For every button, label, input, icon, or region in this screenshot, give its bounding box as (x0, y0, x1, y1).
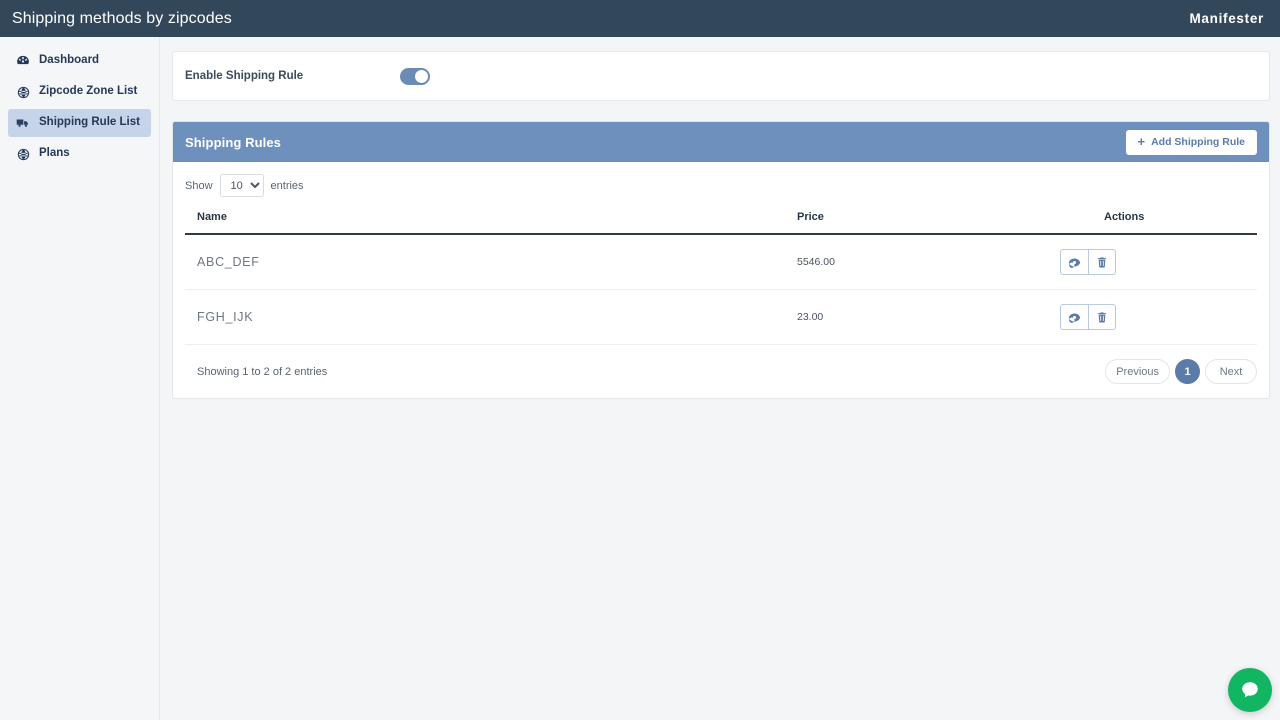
chat-widget-button[interactable] (1228, 668, 1272, 712)
sidebar-item-label: Shipping Rule List (39, 116, 140, 129)
sidebar-nav: Dashboard Zipcode Zone List Shipping Rul… (0, 37, 160, 720)
sidebar-item-label: Zipcode Zone List (39, 85, 138, 98)
main-content: Enable Shipping Rule Shipping Rules + Ad… (160, 37, 1280, 720)
trash-icon (1096, 256, 1108, 269)
table-head: Name Price Actions (185, 211, 1257, 235)
dashboard-icon (16, 54, 30, 68)
sidebar-item-dashboard[interactable]: Dashboard (8, 47, 151, 75)
brand-label: Manifester (1189, 11, 1264, 26)
plus-icon: + (1137, 134, 1146, 149)
column-header-actions: Actions (1009, 211, 1257, 235)
entries-label: entries (270, 179, 304, 192)
enable-shipping-rule-toggle[interactable] (400, 67, 430, 85)
rule-name-cell: ABC_DEF (185, 234, 785, 290)
trash-icon (1096, 311, 1108, 324)
add-shipping-rule-button[interactable]: + Add Shipping Rule (1125, 129, 1257, 155)
shipping-rules-title: Shipping Rules (185, 134, 282, 150)
column-header-price[interactable]: Price (785, 211, 1009, 235)
view-rule-button[interactable] (1060, 249, 1088, 275)
page-layout: Dashboard Zipcode Zone List Shipping Rul… (0, 37, 1280, 720)
chat-bubble-icon (1238, 678, 1262, 702)
eye-icon (1068, 256, 1081, 269)
rule-actions-cell (1009, 289, 1257, 345)
add-shipping-rule-label: Add Shipping Rule (1151, 136, 1245, 148)
sidebar-item-shipping-rule-list[interactable]: Shipping Rule List (8, 109, 151, 137)
row-action-button-group (1060, 304, 1116, 330)
shipping-rules-card-header: Shipping Rules + Add Shipping Rule (173, 122, 1269, 162)
rule-name-cell: FGH_IJK (185, 289, 785, 345)
delete-rule-button[interactable] (1088, 249, 1116, 275)
row-action-button-group (1060, 249, 1116, 275)
column-header-name[interactable]: Name (185, 211, 785, 235)
truck-icon (16, 116, 30, 130)
page-title: Shipping methods by zipcodes (12, 9, 232, 27)
eye-icon (1068, 311, 1081, 324)
globe-icon (16, 147, 30, 161)
table-row: ABC_DEF 5546.00 (185, 234, 1257, 290)
delete-rule-button[interactable] (1088, 304, 1116, 330)
showing-entries-text: Showing 1 to 2 of 2 entries (197, 365, 328, 378)
sidebar-item-plans[interactable]: Plans (8, 140, 151, 168)
rule-price-cell: 23.00 (785, 289, 1009, 345)
toggle-knob (415, 69, 428, 83)
sidebar-item-label: Plans (39, 147, 70, 160)
rule-price-cell: 5546.00 (785, 234, 1009, 290)
pagination-next-button[interactable]: Next (1205, 359, 1257, 384)
shipping-rules-card: Shipping Rules + Add Shipping Rule Show … (172, 121, 1270, 399)
show-label: Show (185, 179, 213, 192)
view-rule-button[interactable] (1060, 304, 1088, 330)
pagination: Previous 1 Next (1105, 359, 1257, 384)
enable-shipping-rule-card: Enable Shipping Rule (172, 51, 1270, 101)
pagination-page-1-button[interactable]: 1 (1175, 359, 1200, 384)
shipping-rules-table: Name Price Actions ABC_DEF 5546.00 FGH_I… (185, 211, 1257, 345)
globe-icon (16, 85, 30, 99)
pagination-previous-button[interactable]: Previous (1105, 359, 1170, 384)
table-footer: Showing 1 to 2 of 2 entries Previous 1 N… (185, 345, 1257, 398)
sidebar-item-zipcode-zone-list[interactable]: Zipcode Zone List (8, 78, 151, 106)
top-header-bar: Shipping methods by zipcodes Manifester (0, 0, 1280, 37)
table-header-row: Name Price Actions (185, 211, 1257, 235)
shipping-rules-body: Show 10 25 50 100 entries Name Price (173, 162, 1269, 398)
show-entries-control: Show 10 25 50 100 entries (185, 174, 1257, 197)
entries-per-page-select[interactable]: 10 25 50 100 (219, 174, 264, 197)
enable-shipping-rule-label: Enable Shipping Rule (185, 70, 304, 82)
sidebar-item-label: Dashboard (39, 54, 100, 67)
rule-actions-cell (1009, 234, 1257, 290)
table-body: ABC_DEF 5546.00 FGH_IJK 23.00 (185, 234, 1257, 345)
table-row: FGH_IJK 23.00 (185, 289, 1257, 345)
